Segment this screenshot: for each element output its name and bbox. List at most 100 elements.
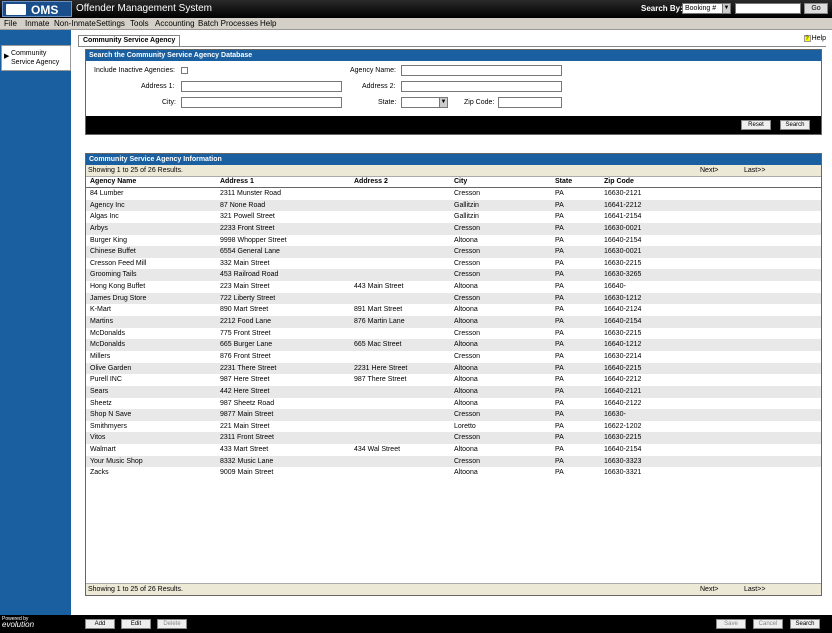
- main-content: Community Service Agency ? Help Search th…: [71, 30, 832, 615]
- cell-state: PA: [555, 446, 564, 454]
- search-button-bottom[interactable]: Search: [790, 619, 820, 629]
- menu-tools[interactable]: Tools: [130, 19, 149, 28]
- table-row[interactable]: McDonalds 665 Burger Lane 665 Mac Street Al…: [86, 339, 821, 351]
- col-zip[interactable]: Zip Code: [604, 178, 634, 185]
- inactive-checkbox[interactable]: [181, 67, 188, 74]
- table-row[interactable]: Smithmyers 221 Main Street Loretto PA 16622-…: [86, 421, 821, 433]
- cell-state: PA: [555, 341, 564, 349]
- table-row[interactable]: Walmart 433 Mart Street 434 Wal Street Alto…: [86, 444, 821, 456]
- cell-agency-name: 84 Lumber: [90, 190, 124, 197]
- menu-inmate[interactable]: Inmate: [25, 19, 49, 28]
- table-row[interactable]: Hong Kong Buffet 223 Main Street 443 Main …: [86, 281, 821, 293]
- cell-city: Altoona: [454, 341, 478, 349]
- searchby-label: Search By:: [641, 4, 683, 13]
- col-city[interactable]: City: [454, 178, 467, 185]
- state-select[interactable]: ▼: [401, 97, 448, 108]
- address2-input[interactable]: [401, 81, 562, 92]
- last-link[interactable]: Last>>: [744, 584, 765, 595]
- menu-accounting[interactable]: Accounting: [155, 19, 195, 28]
- table-row[interactable]: Purell INC 987 Here Street 987 There Stree…: [86, 374, 821, 386]
- menu-help[interactable]: Help: [260, 19, 276, 28]
- pagination-top: Showing 1 to 25 of 26 Results. Next> Las…: [86, 165, 821, 177]
- state-label: State:: [378, 99, 397, 106]
- go-button[interactable]: Go: [804, 3, 828, 14]
- zip-input[interactable]: [498, 97, 562, 108]
- col-state[interactable]: State: [555, 178, 572, 185]
- add-button[interactable]: Add: [85, 619, 115, 629]
- last-link[interactable]: Last>>: [744, 165, 765, 176]
- table-row[interactable]: Millers 876 Front Street Cresson PA 16630-22…: [86, 351, 821, 363]
- table-row[interactable]: Burger King 9998 Whopper Street Altoona PA 1…: [86, 235, 821, 247]
- col-agency-name[interactable]: Agency Name: [90, 178, 136, 185]
- table-row[interactable]: Olive Garden 2231 There Street 2231 Here S…: [86, 362, 821, 375]
- cell-address2: 2231 Here Street: [354, 364, 408, 372]
- next-link[interactable]: Next>: [700, 584, 718, 595]
- results-panel-header: Community Service Agency Information: [86, 154, 821, 165]
- cell-zip: 16640-2122: [604, 399, 642, 407]
- cell-city: Altoona: [454, 469, 478, 477]
- cell-agency-name: Arbys: [90, 224, 108, 232]
- cell-city: Altoona: [454, 364, 478, 372]
- cell-state: PA: [555, 248, 564, 256]
- table-row[interactable]: Chinese Buffet 6554 General Lane Cresson PA…: [86, 246, 821, 258]
- table-row[interactable]: Arbys 2233 Front Street Cresson PA 16630-002…: [86, 222, 821, 235]
- city-input[interactable]: [181, 97, 342, 108]
- cell-agency-name: Cresson Feed Mill: [90, 259, 147, 267]
- search-button[interactable]: Search: [780, 120, 810, 130]
- menu-non-inmate[interactable]: Non-Inmate: [54, 19, 96, 28]
- cell-zip: 16630-3265: [604, 271, 642, 279]
- cell-city: Loretto: [454, 422, 476, 430]
- table-row[interactable]: James Drug Store 722 Liberty Street Cresso…: [86, 292, 821, 305]
- agency-name-input[interactable]: [401, 65, 562, 76]
- table-row[interactable]: Grooming Tails 453 Railroad Road Cresson PA…: [86, 269, 821, 282]
- menu-file[interactable]: File: [4, 19, 17, 28]
- cell-zip: 16630-2215: [604, 259, 642, 267]
- nav-item-community-service-agency[interactable]: ▶ Community Service Agency: [1, 45, 71, 71]
- table-row[interactable]: Martins 2212 Food Lane 876 Martin Lane Alto…: [86, 316, 821, 328]
- next-link[interactable]: Next>: [700, 165, 718, 176]
- table-row[interactable]: K-Mart 890 Mart Street 891 Mart Street Alto…: [86, 304, 821, 316]
- table-row[interactable]: Sears 442 Here Street Altoona PA 16640-2121: [86, 385, 821, 398]
- cell-zip: 16641-2154: [604, 213, 642, 221]
- table-row[interactable]: Cresson Feed Mill 332 Main Street Cresson P…: [86, 258, 821, 270]
- table-row[interactable]: Shop N Save 9877 Main Street Cresson PA 1663…: [86, 409, 821, 421]
- cell-agency-name: Smithmyers: [90, 422, 127, 430]
- cell-zip: 16640-1212: [604, 341, 642, 349]
- address1-input[interactable]: [181, 81, 342, 92]
- help-label: Help: [811, 35, 826, 42]
- table-row[interactable]: Sheetz 987 Sheetz Road Altoona PA 16640-2122: [86, 398, 821, 410]
- cell-city: Cresson: [454, 248, 481, 256]
- table-row[interactable]: McDonalds 775 Front Street Cresson PA 16630-…: [86, 328, 821, 340]
- cell-zip: 16630-0021: [604, 248, 642, 256]
- cell-state: PA: [555, 364, 564, 372]
- table-row[interactable]: Algas Inc 321 Powell Street Gallitzin PA 166…: [86, 211, 821, 223]
- cell-city: Cresson: [454, 329, 481, 337]
- address1-label: Address 1:: [141, 83, 175, 90]
- menu-settings[interactable]: Settings: [96, 19, 125, 28]
- table-row[interactable]: 84 Lumber 2311 Munster Road Cresson PA 16630…: [86, 188, 821, 200]
- cell-address1: 6554 General Lane: [220, 248, 280, 256]
- cell-zip: 16630-: [604, 411, 626, 419]
- col-address2[interactable]: Address 2: [354, 178, 388, 185]
- table-row[interactable]: Agency Inc 87 None Road Gallitzin PA 16641-2…: [86, 199, 821, 212]
- cell-city: Altoona: [454, 318, 478, 326]
- delete-button[interactable]: Delete: [157, 619, 187, 629]
- cell-agency-name: McDonalds: [90, 341, 126, 349]
- col-address1[interactable]: Address 1: [220, 178, 254, 185]
- searchby-input[interactable]: [735, 3, 801, 14]
- edit-button[interactable]: Edit: [121, 619, 151, 629]
- table-row[interactable]: Your Music Shop 8332 Music Lane Cresson PA 1…: [86, 455, 821, 468]
- searchby-select[interactable]: Booking # ▼: [682, 3, 731, 14]
- save-button[interactable]: Save: [716, 619, 746, 629]
- searchby-value: Booking #: [685, 5, 717, 12]
- table-row[interactable]: Zacks 9009 Main Street Altoona PA 16630-3321: [86, 467, 821, 479]
- cancel-button[interactable]: Cancel: [753, 619, 783, 629]
- address2-label: Address 2:: [362, 83, 396, 90]
- reset-button[interactable]: Reset: [741, 120, 771, 130]
- search-panel: Search the Community Service Agency Data…: [85, 49, 822, 135]
- cell-agency-name: McDonalds: [90, 329, 126, 337]
- chevron-down-icon: ▼: [439, 98, 447, 107]
- help-link[interactable]: ? Help: [803, 35, 826, 42]
- menu-batch-processes[interactable]: Batch Processes: [198, 19, 258, 28]
- table-row[interactable]: Vitos 2311 Front Street Cresson PA 16630-221…: [86, 432, 821, 445]
